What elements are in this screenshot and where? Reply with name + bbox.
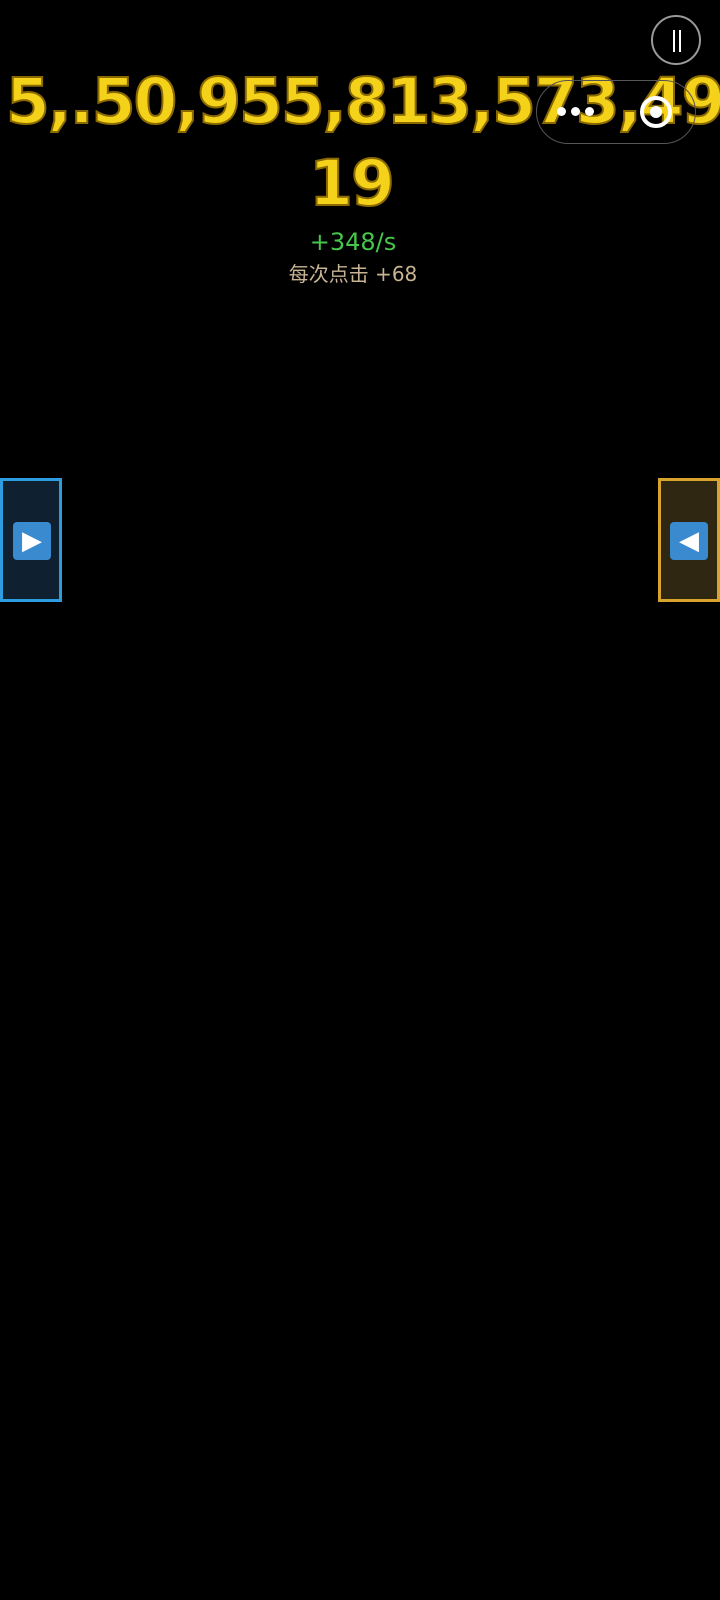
- target-close-icon[interactable]: [640, 96, 672, 128]
- more-dots-icon: [557, 107, 566, 116]
- miniprogram-capsule: [536, 80, 696, 144]
- left-panel-tab[interactable]: ▶: [0, 478, 62, 602]
- more-button[interactable]: [557, 101, 597, 123]
- currency-counter-exponent: 19: [308, 146, 396, 221]
- income-per-click: 每次点击 +68: [288, 262, 418, 286]
- pause-icon-bar: [679, 30, 681, 52]
- income-per-second: +348/s: [309, 228, 397, 256]
- pause-icon: [673, 30, 675, 52]
- more-dots-icon-dot: [585, 107, 594, 116]
- more-dots-icon-dot: [571, 107, 580, 116]
- pause-button[interactable]: [651, 15, 701, 65]
- right-panel-tab[interactable]: ◀: [658, 478, 720, 602]
- play-right-icon: ▶: [13, 522, 51, 560]
- game-screen[interactable]: 5,.50,955,813,573,49,e,+ 19 +348/s 每次点击 …: [0, 0, 720, 1600]
- play-left-icon: ◀: [670, 522, 708, 560]
